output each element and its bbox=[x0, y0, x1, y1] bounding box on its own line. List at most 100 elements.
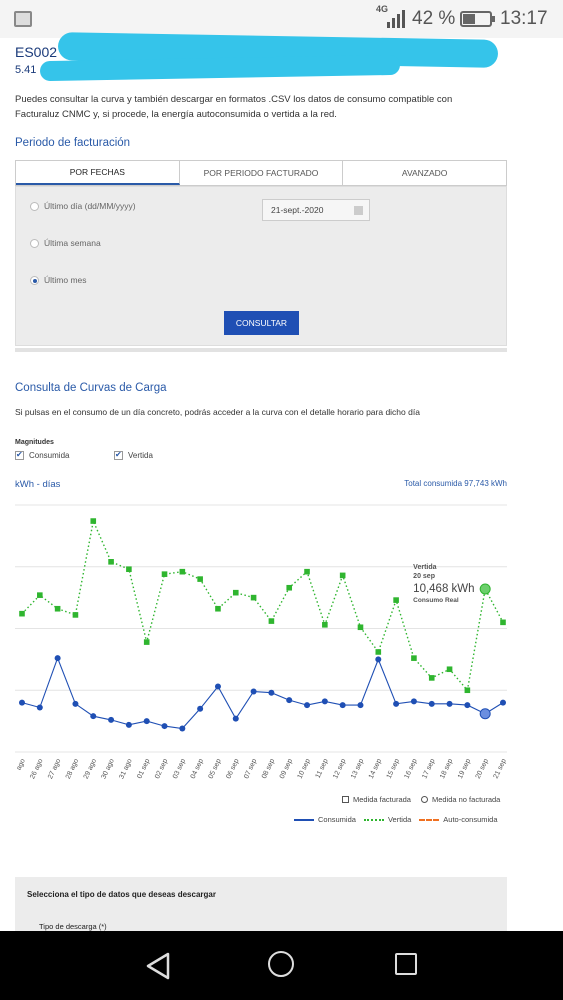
x-tick-label: 21 sep bbox=[493, 758, 508, 780]
series-line-vertida bbox=[21, 518, 504, 692]
check-vertida[interactable]: Vertida bbox=[114, 450, 153, 460]
x-tick-label: 11 sep bbox=[315, 758, 330, 780]
x-tick-label: 27 ago bbox=[47, 758, 62, 780]
radio-button[interactable] bbox=[30, 238, 39, 248]
option-ultimo-dia[interactable]: Último día (dd/MM/yyyy) bbox=[30, 201, 136, 211]
dotted-line-icon bbox=[363, 818, 384, 821]
x-tick-label: 17 sep bbox=[421, 758, 436, 780]
point-consumida bbox=[393, 700, 400, 707]
legend-series: Consumida Vertida Auto-consumida bbox=[294, 815, 498, 824]
magnitudes-label: Magnitudes bbox=[15, 439, 54, 446]
checkbox-checked[interactable] bbox=[114, 450, 123, 460]
download-panel: Selecciona el tipo de datos que deseas d… bbox=[15, 877, 507, 937]
x-tick-label: 12 sep bbox=[332, 758, 347, 780]
download-type-label: Tipo de descarga (*) bbox=[39, 922, 107, 931]
x-tick-label: 14 sep bbox=[368, 758, 383, 780]
point-consumida bbox=[161, 723, 168, 730]
point-vertida bbox=[500, 619, 506, 626]
x-tick-label: 15 sep bbox=[386, 758, 401, 780]
units-label: kWh - días bbox=[15, 479, 61, 490]
point-vertida bbox=[339, 572, 346, 579]
legend-markers: Medida facturada Medida no facturada bbox=[342, 795, 500, 804]
x-tick-label: 08 sep bbox=[261, 758, 276, 780]
radio-button[interactable] bbox=[30, 201, 39, 211]
tooltip-text: 10,468 kWh bbox=[413, 583, 474, 595]
point-vertida bbox=[393, 597, 399, 603]
back-icon[interactable] bbox=[145, 952, 171, 980]
dashed-line-icon bbox=[419, 818, 440, 821]
point-consumida bbox=[375, 656, 382, 663]
point-consumida bbox=[250, 688, 257, 695]
home-icon[interactable] bbox=[268, 951, 294, 977]
battery-percentage: 42 % bbox=[412, 8, 456, 29]
x-tick-label: 29 ago bbox=[83, 758, 98, 780]
clock: 13:17 bbox=[500, 8, 548, 29]
tab-por-periodo-facturado[interactable]: POR PERIODO FACTURADO bbox=[180, 161, 344, 185]
point-consumida bbox=[286, 697, 293, 704]
x-tick-label: 30 ago bbox=[100, 758, 115, 780]
date-field[interactable]: 21-sept.-2020 bbox=[262, 199, 370, 221]
x-tick-label: 09 sep bbox=[279, 758, 294, 780]
solid-line-icon bbox=[294, 818, 314, 821]
x-tick-label: 20 sep bbox=[475, 758, 490, 780]
tooltip-text: Vertida bbox=[413, 564, 436, 571]
point-consumida bbox=[36, 704, 43, 711]
intro-text: Puedes consultar la curva y también desc… bbox=[15, 94, 453, 120]
x-tick-label: 26 ago bbox=[29, 758, 44, 780]
point-vertida bbox=[54, 605, 61, 612]
point-vertida bbox=[464, 687, 471, 694]
point-consumida bbox=[179, 725, 186, 732]
option-ultimo-mes[interactable]: Último mes bbox=[30, 275, 87, 285]
option-label: Último día (dd/MM/yyyy) bbox=[44, 201, 136, 211]
legend-series-vertida[interactable]: Vertida bbox=[388, 815, 411, 824]
point-vertida bbox=[143, 639, 150, 645]
curves-title: Consulta de Curvas de Carga bbox=[15, 382, 167, 394]
x-tick-label: 01 sep bbox=[136, 758, 151, 780]
point-consumida bbox=[108, 716, 115, 723]
radio-button-selected[interactable] bbox=[30, 275, 39, 285]
point-consumida bbox=[321, 698, 328, 705]
point-vertida bbox=[375, 649, 382, 655]
point-consumida bbox=[54, 655, 61, 662]
x-tick-label: 04 sep bbox=[190, 758, 205, 780]
date-value: 21-sept.-2020 bbox=[271, 205, 324, 215]
x-tick-label: 28 ago bbox=[65, 758, 80, 780]
total-label: Total consumida bbox=[404, 479, 463, 488]
consumption-chart: ago 26 ago 27 ago 28 ago 29 ago 30 ago 31 ago 0… bbox=[15, 504, 508, 780]
x-tick-label: 31 ago bbox=[118, 758, 133, 780]
highlight-point-vertida bbox=[479, 583, 491, 595]
x-tick-label: ago bbox=[16, 758, 27, 772]
point-vertida bbox=[268, 618, 275, 624]
point-consumida bbox=[464, 702, 471, 709]
check-consumida[interactable]: Consumida bbox=[15, 450, 69, 460]
point-vertida bbox=[108, 559, 114, 565]
point-vertida bbox=[161, 571, 168, 577]
option-ultima-semana[interactable]: Última semana bbox=[30, 238, 101, 248]
point-consumida bbox=[90, 713, 97, 720]
x-tick-label: 16 sep bbox=[404, 758, 419, 780]
point-vertida bbox=[90, 518, 97, 524]
point-vertida bbox=[72, 612, 79, 618]
point-consumida bbox=[268, 689, 275, 696]
legend-series-consumida[interactable]: Consumida bbox=[318, 815, 356, 824]
point-vertida bbox=[37, 592, 43, 598]
point-consumida bbox=[232, 715, 239, 722]
total-value: 97,743 kWh bbox=[464, 479, 507, 488]
recent-apps-icon[interactable] bbox=[395, 953, 417, 975]
point-vertida bbox=[197, 576, 203, 582]
point-vertida bbox=[357, 624, 364, 631]
x-tick-label: 10 sep bbox=[297, 758, 312, 780]
legend-series-autoconsumida[interactable]: Auto-consumida bbox=[443, 815, 497, 824]
point-consumida bbox=[357, 702, 364, 709]
divider bbox=[15, 348, 507, 352]
tab-avanzado[interactable]: AVANZADO bbox=[343, 161, 506, 185]
point-vertida bbox=[428, 675, 435, 681]
battery-icon bbox=[460, 11, 495, 27]
point-consumida bbox=[428, 700, 435, 707]
consultar-button[interactable]: CONSULTAR bbox=[224, 311, 299, 335]
point-vertida bbox=[286, 584, 293, 591]
calendar-icon[interactable] bbox=[354, 206, 363, 215]
checkbox-checked[interactable] bbox=[15, 450, 24, 460]
check-label: Vertida bbox=[128, 451, 153, 460]
tab-por-fechas[interactable]: POR FECHAS bbox=[16, 161, 180, 185]
